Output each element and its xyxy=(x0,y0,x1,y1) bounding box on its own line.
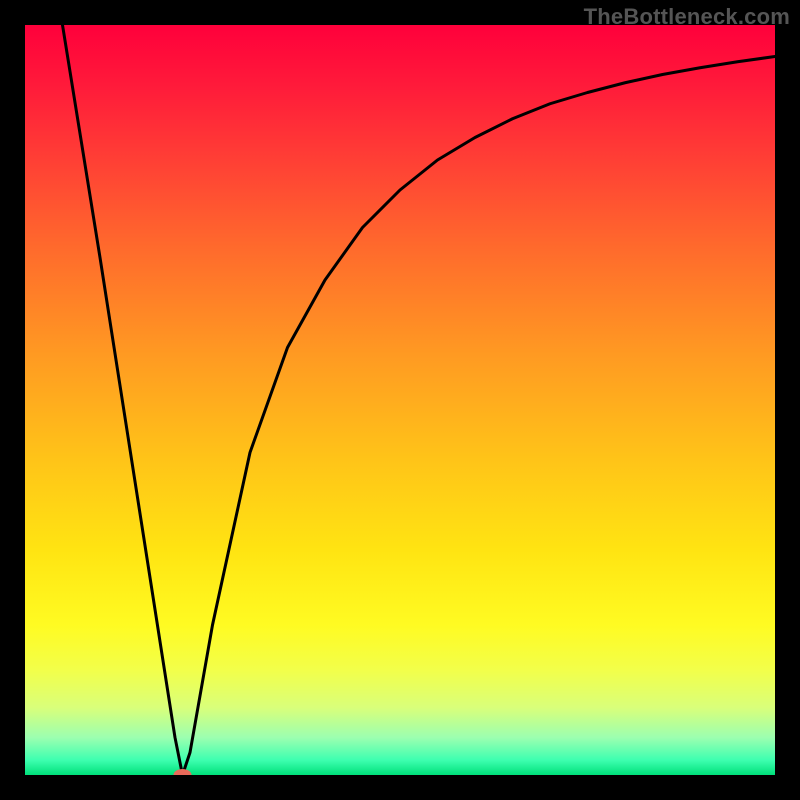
bottleneck-curve xyxy=(63,25,776,775)
bottleneck-chart xyxy=(25,25,775,775)
chart-frame xyxy=(25,25,775,775)
optimal-point-marker xyxy=(174,769,192,775)
